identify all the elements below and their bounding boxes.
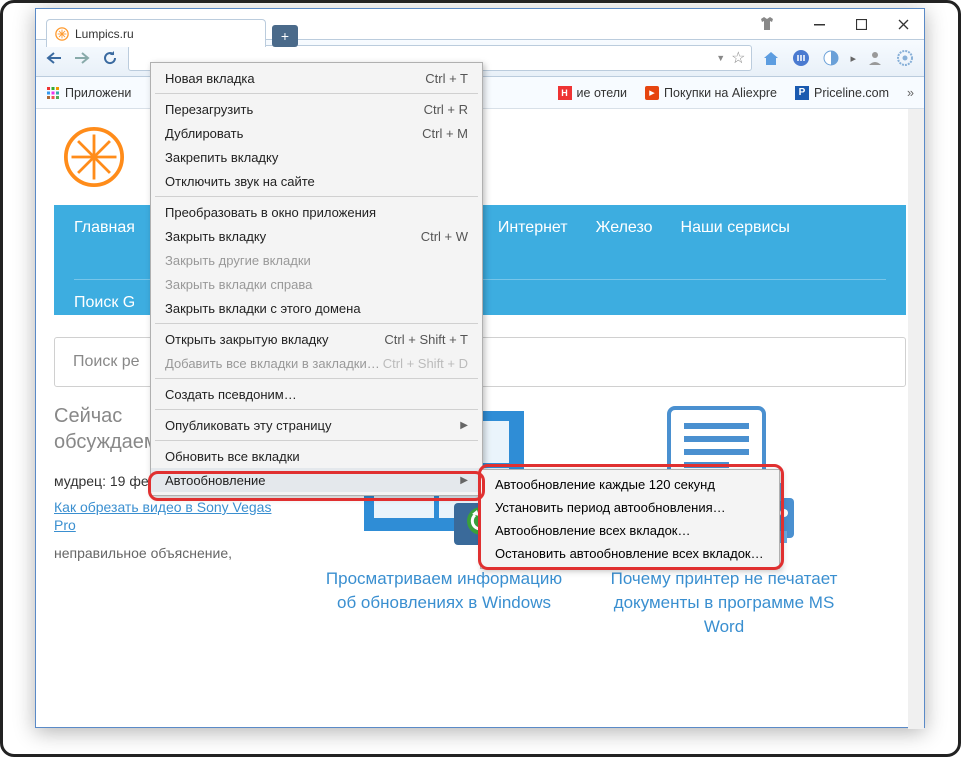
menu-item[interactable]: Открыть закрытую вкладкуCtrl + Shift + T bbox=[151, 327, 482, 351]
tab-title: Lumpics.ru bbox=[75, 27, 134, 41]
shield-button[interactable] bbox=[790, 47, 812, 69]
nav-item[interactable]: Наши сервисы bbox=[681, 219, 790, 237]
hotels-bookmark[interactable]: H ие отели bbox=[558, 86, 627, 100]
forward-button[interactable] bbox=[72, 48, 92, 68]
menu-item[interactable]: Отключить звук на сайте bbox=[151, 169, 482, 193]
menu-item[interactable]: ДублироватьCtrl + M bbox=[151, 121, 482, 145]
bookmarks-overflow[interactable]: » bbox=[907, 86, 914, 100]
menu-item[interactable]: Закрыть вкладки с этого домена bbox=[151, 296, 482, 320]
card-title: Просматриваем информацию об обновлениях … bbox=[324, 567, 564, 615]
tab-strip: Lumpics.ru + bbox=[46, 17, 298, 47]
minimize-button[interactable] bbox=[798, 9, 840, 39]
submenu-item[interactable]: Автообновление каждые 120 секунд bbox=[481, 473, 779, 496]
site-title bbox=[138, 142, 145, 173]
submenu-item[interactable]: Остановить автообновление всех вкладок… bbox=[481, 542, 779, 565]
hotels-icon: H bbox=[558, 86, 572, 100]
comment-excerpt: неправильное объяснение, bbox=[54, 545, 294, 561]
menu-item[interactable]: Закрыть вкладкуCtrl + W bbox=[151, 224, 482, 248]
autorefresh-submenu: Автообновление каждые 120 секундУстанови… bbox=[480, 469, 780, 569]
maximize-button[interactable] bbox=[840, 9, 882, 39]
nav-item[interactable]: Интернет bbox=[498, 219, 568, 237]
menu-item[interactable]: Автообновление▶ bbox=[151, 468, 482, 492]
menu-item[interactable]: Новая вкладкаCtrl + T bbox=[151, 66, 482, 90]
site-favicon-icon bbox=[55, 27, 69, 41]
grid-icon bbox=[46, 86, 60, 100]
menu-item: Закрыть другие вкладки bbox=[151, 248, 482, 272]
nav-item[interactable]: Главная bbox=[74, 219, 135, 237]
browser-tab[interactable]: Lumpics.ru bbox=[46, 19, 266, 47]
menu-item[interactable]: Опубликовать эту страницу▶ bbox=[151, 413, 482, 437]
profile-button[interactable] bbox=[864, 47, 886, 69]
priceline-bookmark[interactable]: P Priceline.com bbox=[795, 86, 889, 100]
home-button[interactable] bbox=[760, 47, 782, 69]
nav-item[interactable]: Поиск G bbox=[74, 294, 135, 312]
contrast-button[interactable] bbox=[820, 47, 842, 69]
reload-button[interactable] bbox=[100, 48, 120, 68]
menu-item: Закрыть вкладки справа bbox=[151, 272, 482, 296]
tab-context-menu: Новая вкладкаCtrl + T ПерезагрузитьCtrl +… bbox=[150, 62, 483, 496]
submenu-item[interactable]: Установить период автообновления… bbox=[481, 496, 779, 519]
site-logo-icon bbox=[64, 127, 124, 187]
bookmark-label: Приложени bbox=[65, 86, 131, 100]
priceline-icon: P bbox=[795, 86, 809, 100]
menu-item[interactable]: ПерезагрузитьCtrl + R bbox=[151, 97, 482, 121]
submenu-item[interactable]: Автообновление всех вкладок… bbox=[481, 519, 779, 542]
menu-item[interactable]: Преобразовать в окно приложения bbox=[151, 200, 482, 224]
dropdown-icon[interactable]: ▼ bbox=[716, 53, 725, 63]
ali-icon: ▸ bbox=[645, 86, 659, 100]
back-button[interactable] bbox=[44, 48, 64, 68]
aliexpress-bookmark[interactable]: ▸ Покупки на Aliexpre bbox=[645, 86, 777, 100]
bookmark-label: ие отели bbox=[577, 86, 627, 100]
star-icon[interactable]: ☆ bbox=[731, 48, 745, 68]
search-placeholder: Поиск ре bbox=[73, 353, 140, 371]
card-title: Почему принтер не печатает документы в п… bbox=[604, 567, 844, 638]
new-tab-button[interactable]: + bbox=[272, 25, 298, 47]
tshirt-icon[interactable] bbox=[746, 9, 788, 39]
comment-link[interactable]: Как обрезать видео в Sony Vegas Pro bbox=[54, 499, 271, 533]
bookmark-label: Покупки на Aliexpre bbox=[664, 86, 777, 100]
settings-gear-button[interactable] bbox=[894, 47, 916, 69]
menu-item[interactable]: Закрепить вкладку bbox=[151, 145, 482, 169]
scrollbar[interactable] bbox=[908, 109, 924, 729]
menu-item[interactable]: Обновить все вкладки bbox=[151, 444, 482, 468]
close-button[interactable] bbox=[882, 9, 924, 39]
bookmark-label: Priceline.com bbox=[814, 86, 889, 100]
apps-bookmark[interactable]: Приложени bbox=[46, 86, 131, 100]
nav-item[interactable]: Железо bbox=[596, 219, 653, 237]
menu-item: Добавить все вкладки в закладки…Ctrl + S… bbox=[151, 351, 482, 375]
menu-item[interactable]: Создать псевдоним… bbox=[151, 382, 482, 406]
chevron-right-icon[interactable]: ▸ bbox=[850, 52, 856, 65]
